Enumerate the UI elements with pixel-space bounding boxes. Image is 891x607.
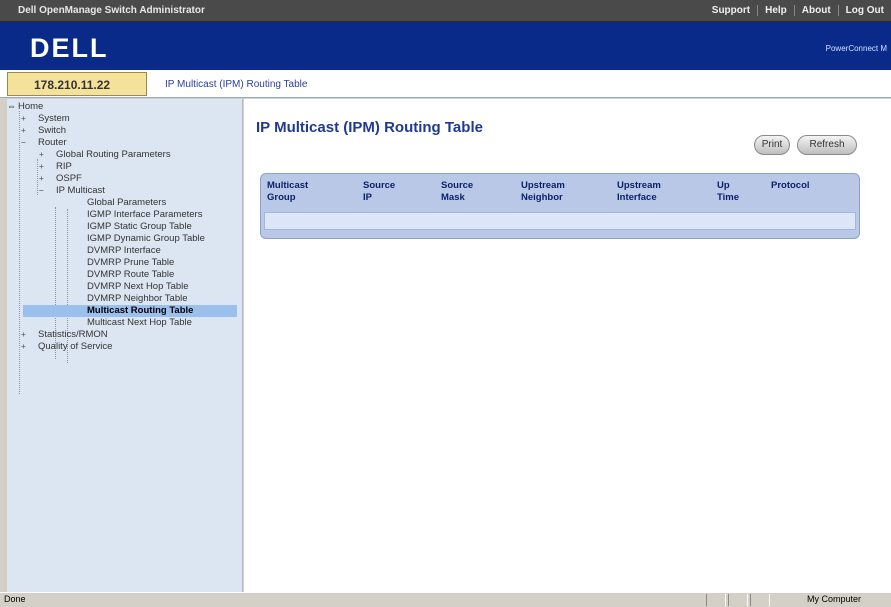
- status-bar: Done My Computer: [0, 592, 891, 607]
- banner: DELL PowerConnect M: [0, 22, 891, 70]
- status-zone: My Computer: [806, 594, 861, 604]
- status-divider: [706, 594, 726, 606]
- refresh-button[interactable]: Refresh: [797, 135, 857, 155]
- tree-switch[interactable]: + Switch: [21, 125, 66, 137]
- tree-ip-multicast[interactable]: − IP Multicast: [39, 185, 105, 197]
- logout-link[interactable]: Log Out: [837, 5, 891, 16]
- app-title: Dell OpenManage Switch Administrator: [18, 5, 205, 16]
- product-name: PowerConnect M: [825, 44, 887, 53]
- expand-icon[interactable]: +: [21, 341, 30, 353]
- status-divider: [728, 594, 748, 606]
- tree-ospf[interactable]: + OSPF: [39, 173, 82, 185]
- page-title: IP Multicast (IPM) Routing Table: [256, 119, 483, 136]
- tree-item-igmp-interface[interactable]: IGMP Interface Parameters: [87, 209, 202, 221]
- device-ip: 178.210.11.22: [7, 72, 147, 96]
- expand-icon[interactable]: +: [21, 113, 30, 125]
- tree-item-dvmrp-interface[interactable]: DVMRP Interface: [87, 245, 161, 257]
- expand-icon[interactable]: +: [39, 161, 48, 173]
- support-link[interactable]: Support: [705, 5, 757, 16]
- tree-item-dvmrp-prune[interactable]: DVMRP Prune Table: [87, 257, 174, 269]
- tree-global-routing[interactable]: + Global Routing Parameters: [39, 149, 171, 161]
- tree-item-dvmrp-route[interactable]: DVMRP Route Table: [87, 269, 174, 281]
- tree-statistics[interactable]: + Statistics/RMON: [21, 329, 108, 341]
- dell-logo: DELL: [30, 33, 109, 63]
- status-done: Done: [4, 594, 26, 604]
- expand-icon[interactable]: +: [39, 149, 48, 161]
- collapse-icon[interactable]: −: [39, 185, 48, 197]
- breadcrumb: IP Multicast (IPM) Routing Table: [165, 79, 308, 90]
- tree-item-multicast-routing[interactable]: Multicast Routing Table: [23, 305, 237, 317]
- routing-table: Multicast Group Source IP Source Mask Up…: [260, 173, 860, 239]
- column-up-time: Up Time: [717, 180, 740, 203]
- column-upstream-neighbor: Upstream Neighbor: [521, 180, 565, 203]
- folder-icon: ▭: [9, 102, 14, 111]
- column-multicast-group: Multicast Group: [267, 180, 309, 203]
- tree-qos[interactable]: + Quality of Service: [21, 341, 112, 353]
- main-content: IP Multicast (IPM) Routing Table Print R…: [244, 99, 891, 592]
- status-divider: [750, 594, 770, 606]
- collapse-icon[interactable]: −: [21, 137, 30, 149]
- tree-item-dvmrp-next-hop[interactable]: DVMRP Next Hop Table: [87, 281, 189, 293]
- top-bar: Dell OpenManage Switch Administrator Sup…: [0, 0, 891, 22]
- expand-icon[interactable]: +: [39, 173, 48, 185]
- tree-home[interactable]: ▭ Home: [9, 101, 43, 113]
- table-row: [264, 212, 856, 230]
- address-row: 178.210.11.22 IP Multicast (IPM) Routing…: [0, 70, 891, 98]
- expand-icon[interactable]: +: [21, 125, 30, 137]
- column-upstream-interface: Upstream Interface: [617, 180, 661, 203]
- help-link[interactable]: Help: [757, 5, 794, 16]
- tree-item-igmp-dynamic[interactable]: IGMP Dynamic Group Table: [87, 233, 205, 245]
- tree-router[interactable]: − Router: [21, 137, 67, 149]
- column-protocol: Protocol: [771, 180, 810, 191]
- tree-item-global-parameters[interactable]: Global Parameters: [87, 197, 166, 209]
- about-link[interactable]: About: [793, 5, 838, 16]
- print-button[interactable]: Print: [754, 135, 790, 155]
- tree-system[interactable]: + System: [21, 113, 70, 125]
- tree-guide: [37, 159, 38, 195]
- column-source-ip: Source IP: [363, 180, 396, 203]
- tree-rip[interactable]: + RIP: [39, 161, 72, 173]
- tree-item-dvmrp-neighbor[interactable]: DVMRP Neighbor Table: [87, 293, 188, 305]
- column-source-mask: Source Mask: [441, 180, 474, 203]
- top-links: Support Help About Log Out: [705, 5, 891, 16]
- expand-icon[interactable]: +: [21, 329, 30, 341]
- navigation-tree: ▭ Home + System + Switch − Router + Global Ro…: [7, 99, 243, 592]
- tree-guide: [19, 111, 20, 394]
- tree-item-igmp-static[interactable]: IGMP Static Group Table: [87, 221, 192, 233]
- tree-item-multicast-next-hop[interactable]: Multicast Next Hop Table: [87, 317, 192, 329]
